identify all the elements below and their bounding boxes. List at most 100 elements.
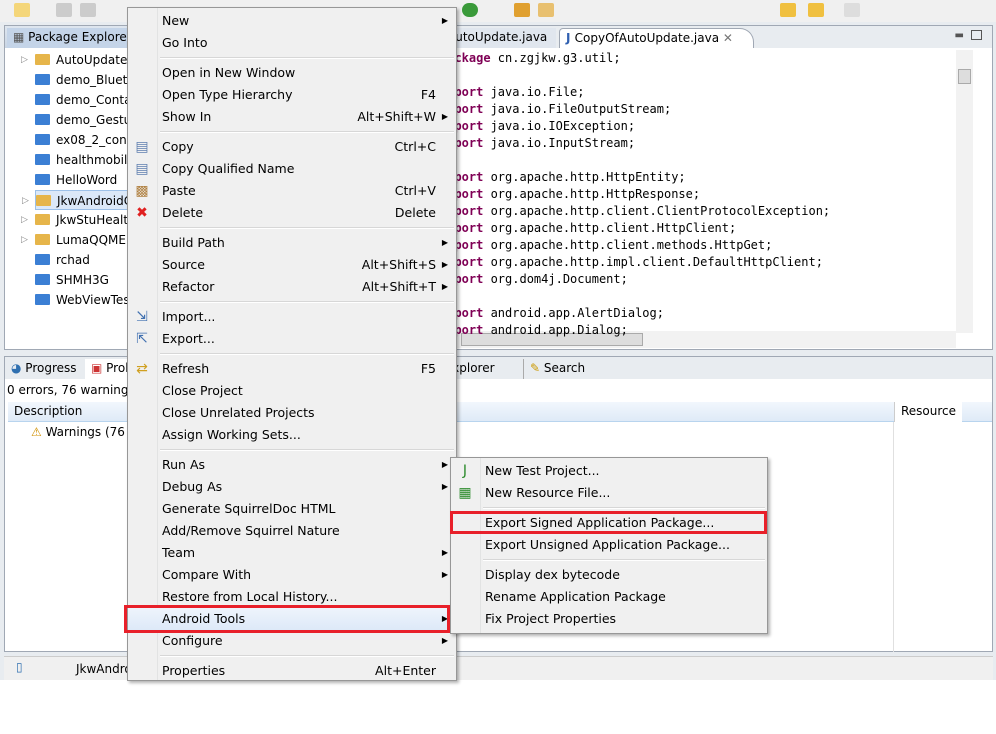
menu-separator [128, 298, 456, 306]
menu-item-refresh[interactable]: ⇄ Refresh F5 [128, 358, 456, 380]
code-line: import android.app.Dialog; [440, 322, 628, 339]
tree-item[interactable]: HelloWord [35, 170, 117, 190]
code-line: import org.apache.http.client.methods.Ht… [440, 237, 772, 254]
menu-item-refactor[interactable]: Refactor Alt+Shift+T ▶ [128, 276, 456, 298]
menu-item-label: Restore from Local History... [162, 589, 338, 604]
menu-item-label: Paste [162, 183, 196, 198]
menu-item-paste[interactable]: ▩ Paste Ctrl+V [128, 180, 456, 202]
tree-item[interactable]: rchad [35, 250, 90, 270]
new-icon[interactable] [14, 3, 30, 17]
menu-separator [128, 652, 456, 660]
search-icon[interactable] [538, 3, 554, 17]
menu-item-label: Open Type Hierarchy [162, 87, 293, 102]
highlight-box-export-signed [450, 511, 767, 534]
menu-item-open-type-hierarchy[interactable]: Open Type Hierarchy F4 [128, 84, 456, 106]
menu-item-display-dex-bytecode[interactable]: Display dex bytecode [451, 564, 767, 586]
expand-icon[interactable]: ▷ [21, 50, 28, 70]
tab-copyofautoupdate-java[interactable]: J CopyOfAutoUpdate.java ✕ [559, 28, 754, 48]
android-tools-submenu: J New Test Project... ▦ New Resource File..… [450, 457, 768, 634]
menu-item-label: Refresh [162, 361, 210, 376]
menu-item-assign-working-sets[interactable]: Assign Working Sets... [128, 424, 456, 446]
menu-item-go-into[interactable]: Go Into [128, 32, 456, 54]
menu-item-build-path[interactable]: Build Path ▶ [128, 232, 456, 254]
tree-item[interactable]: ▷ JkwStuHealth [21, 210, 136, 230]
tree-item[interactable]: healthmobile [35, 150, 135, 170]
android-run-icon[interactable] [462, 3, 478, 17]
menu-item-delete[interactable]: ✖ Delete Delete [128, 202, 456, 224]
menu-item-source[interactable]: Source Alt+Shift+S ▶ [128, 254, 456, 276]
code-text: java.io.InputStream; [483, 136, 636, 150]
column-resource[interactable]: Resource [894, 402, 963, 422]
code-line: import java.io.FileOutputStream; [440, 101, 671, 118]
tab-progress[interactable]: ◕ Progress [5, 359, 83, 379]
menu-item-debug-as[interactable]: Debug As ▶ [128, 476, 456, 498]
menu-item-label: Run As [162, 457, 206, 472]
tree-item[interactable]: ▷ LumaQQME [21, 230, 126, 250]
menu-item-open-in-new-window[interactable]: Open in New Window [128, 62, 456, 84]
tree-item[interactable]: SHMH3G [35, 270, 109, 290]
problems-status: 0 errors, 76 warnings [7, 383, 135, 397]
tab-autoupdate-java[interactable]: AutoUpdate.java [441, 28, 556, 48]
tree-item-label: rchad [56, 253, 90, 267]
problems-icon: ▣ [91, 361, 107, 375]
menu-item-export-unsigned-application-package[interactable]: Export Unsigned Application Package... [451, 534, 767, 556]
menu-item-show-in[interactable]: Show In Alt+Shift+W ▶ [128, 106, 456, 128]
code-text: org.apache.http.HttpResponse; [483, 187, 701, 201]
tree-item[interactable]: ▷ AutoUpdate [21, 50, 127, 70]
print-icon[interactable] [80, 3, 96, 17]
menu-item-copy-qualified-name[interactable]: ▤ Copy Qualified Name [128, 158, 456, 180]
menu-item-copy[interactable]: ▤ Copy Ctrl+C [128, 136, 456, 158]
back-dropdown-icon[interactable] [808, 3, 824, 17]
menu-item-label: Source [162, 257, 205, 272]
menu-item-properties[interactable]: Properties Alt+Enter [128, 660, 456, 682]
column-description[interactable]: Description [14, 404, 82, 418]
minimize-icon[interactable]: ▬ [955, 30, 964, 41]
scroll-thumb[interactable] [958, 69, 971, 84]
menu-item-new-test-project[interactable]: J New Test Project... [451, 460, 767, 482]
expand-icon[interactable]: ▷ [21, 230, 28, 250]
menu-item-add-remove-squirrel-nature[interactable]: Add/Remove Squirrel Nature [128, 520, 456, 542]
menu-item-label: Properties [162, 663, 226, 678]
menu-item-team[interactable]: Team ▶ [128, 542, 456, 564]
menu-item-configure[interactable]: Configure ▶ [128, 630, 456, 652]
menu-item-label: Copy Qualified Name [162, 161, 295, 176]
menu-item-new-resource-file[interactable]: ▦ New Resource File... [451, 482, 767, 504]
menu-item-run-as[interactable]: Run As ▶ [128, 454, 456, 476]
menu-item-fix-project-properties[interactable]: Fix Project Properties [451, 608, 767, 630]
maximize-icon[interactable] [971, 30, 982, 40]
folder-icon [35, 274, 50, 285]
back-icon[interactable] [780, 3, 796, 17]
project-icon [35, 54, 50, 65]
tree-item-label: LumaQQME [56, 233, 126, 247]
menu-item-import[interactable]: ⇲ Import... [128, 306, 456, 328]
menu-item-close-unrelated-projects[interactable]: Close Unrelated Projects [128, 402, 456, 424]
code-line: import java.io.File; [440, 84, 585, 101]
shortcut-label: Alt+Shift+T [362, 279, 436, 294]
tree-item[interactable]: WebViewTest [35, 290, 134, 310]
submenu-arrow-icon: ▶ [441, 16, 448, 25]
menu-item-compare-with[interactable]: Compare With ▶ [128, 564, 456, 586]
menu-item-export[interactable]: ⇱ Export... [128, 328, 456, 350]
menu-item-label: New Test Project... [485, 463, 600, 478]
tab-package-explorer[interactable]: ▦ Package Explorer [7, 28, 138, 48]
folder-icon [35, 254, 50, 265]
expand-icon[interactable]: ▷ [21, 210, 28, 230]
menu-item-new[interactable]: New ▶ [128, 10, 456, 32]
menu-item-close-project[interactable]: Close Project [128, 380, 456, 402]
submenu-arrow-icon: ▶ [441, 482, 448, 491]
delete-icon: ✖ [136, 205, 148, 221]
copy-icon: ▤ [135, 139, 149, 155]
open-icon[interactable] [514, 3, 530, 17]
code-line: import org.apache.http.client.HttpClient… [440, 220, 736, 237]
menu-item-rename-application-package[interactable]: Rename Application Package [451, 586, 767, 608]
menu-item-label: Close Unrelated Projects [162, 405, 315, 420]
forward-icon[interactable] [844, 3, 860, 17]
vertical-scrollbar[interactable] [956, 50, 973, 333]
close-icon[interactable]: ✕ [719, 31, 733, 45]
highlight-box-android-tools [124, 605, 450, 633]
menu-item-generate-squirreldoc-html[interactable]: Generate SquirrelDoc HTML [128, 498, 456, 520]
tab-search[interactable]: ✎ Search [523, 359, 591, 379]
expand-icon[interactable]: ▷ [22, 191, 29, 211]
tree-item-label: WebViewTest [56, 293, 135, 307]
save-icon[interactable] [56, 3, 72, 17]
